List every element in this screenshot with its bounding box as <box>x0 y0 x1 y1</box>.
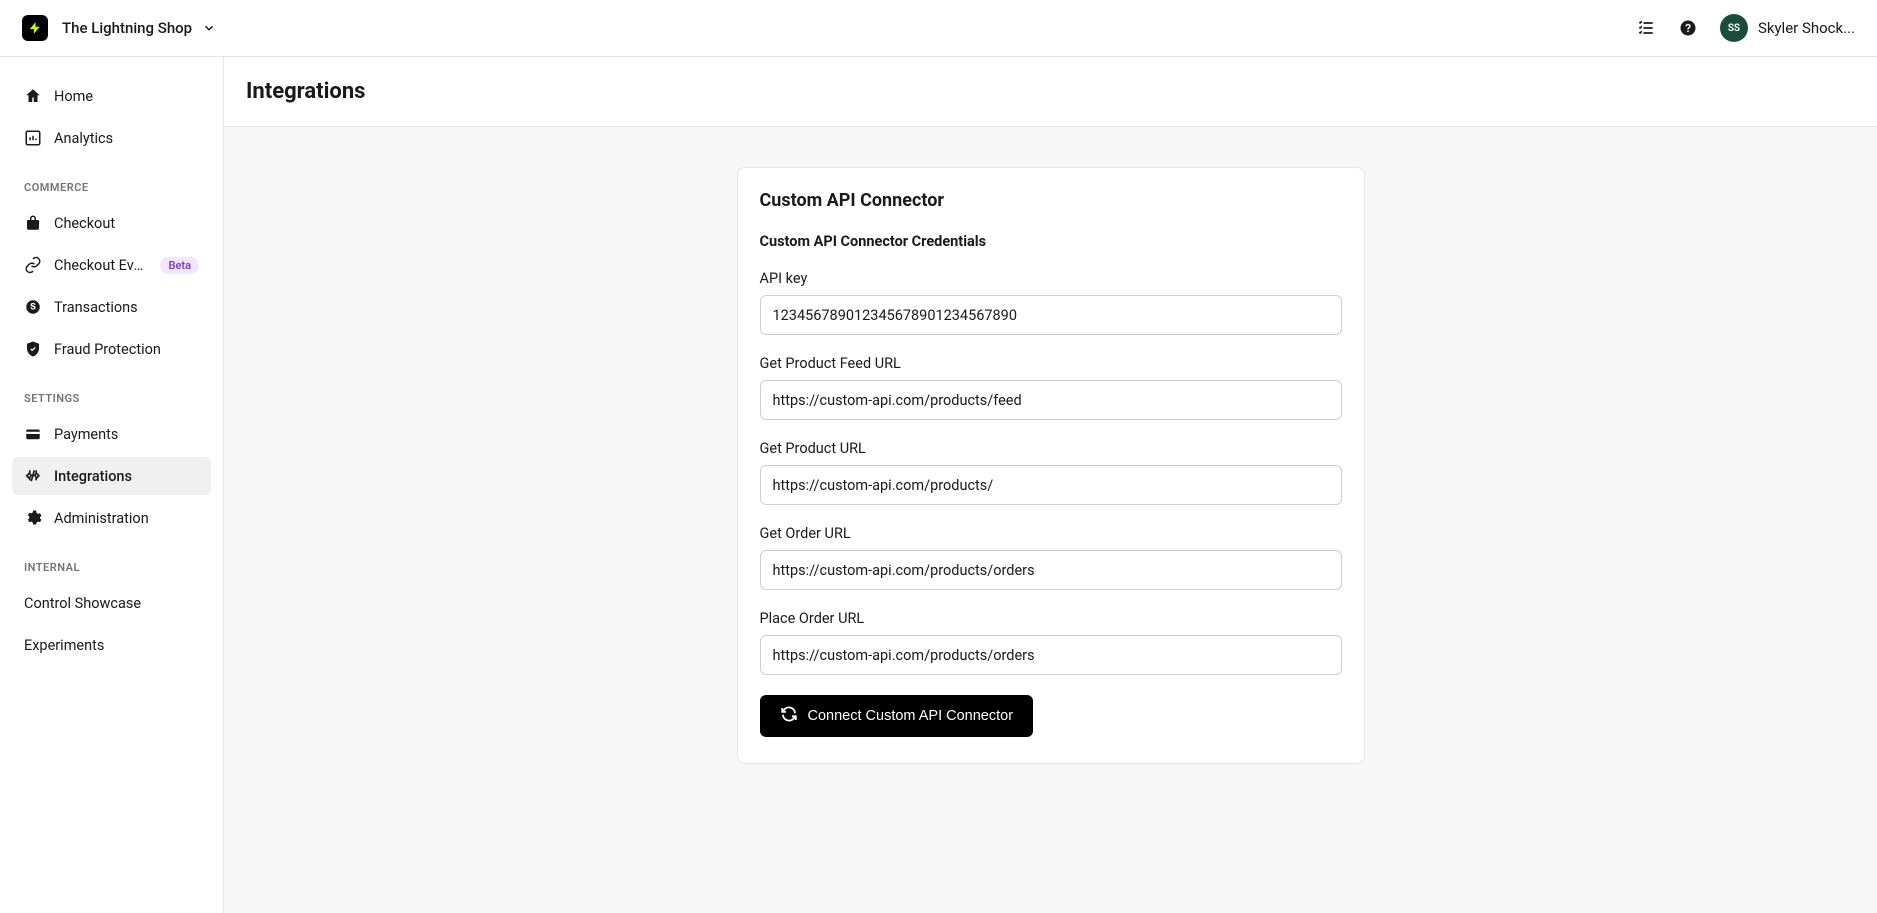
form-group-place-order-url: Place Order URL <box>760 610 1342 675</box>
product-feed-url-label: Get Product Feed URL <box>760 355 1342 372</box>
sidebar-item-checkout[interactable]: Checkout <box>12 204 211 242</box>
connect-button-label: Connect Custom API Connector <box>808 708 1014 724</box>
lightning-icon <box>28 21 42 35</box>
sidebar-item-label: Fraud Protection <box>54 341 199 358</box>
sidebar-item-transactions[interactable]: Transactions <box>12 288 211 326</box>
user-menu[interactable]: SS Skyler Shock... <box>1720 14 1855 42</box>
sidebar-item-payments[interactable]: Payments <box>12 415 211 453</box>
sidebar-item-control-showcase[interactable]: Control Showcase <box>12 584 211 622</box>
form-group-get-order-url: Get Order URL <box>760 525 1342 590</box>
connect-button[interactable]: Connect Custom API Connector <box>760 695 1034 737</box>
avatar-initials: SS <box>1728 23 1740 34</box>
checkout-icon <box>24 214 42 232</box>
header-right: SS Skyler Shock... <box>1636 14 1855 42</box>
avatar: SS <box>1720 14 1748 42</box>
link-icon <box>24 256 42 274</box>
transactions-icon <box>24 298 42 316</box>
shop-name: The Lightning Shop <box>62 19 192 37</box>
form-group-api-key: API key <box>760 270 1342 335</box>
card-title: Custom API Connector <box>760 190 1342 211</box>
help-icon[interactable] <box>1678 18 1698 38</box>
user-name: Skyler Shock... <box>1758 19 1855 37</box>
shield-icon <box>24 340 42 358</box>
form-group-product-url: Get Product URL <box>760 440 1342 505</box>
main-header: Integrations <box>224 57 1877 127</box>
sidebar-item-label: Control Showcase <box>24 595 199 612</box>
sidebar-item-label: Home <box>54 88 199 105</box>
main: Integrations Custom API Connector Custom… <box>224 57 1877 913</box>
sidebar-item-label: Integrations <box>54 468 199 485</box>
connector-card: Custom API Connector Custom API Connecto… <box>737 167 1365 764</box>
product-feed-url-input[interactable] <box>760 380 1342 420</box>
sidebar-section-internal: INTERNAL <box>12 561 211 574</box>
app-header: The Lightning Shop SS Skyler Shock... <box>0 0 1877 57</box>
sidebar-item-home[interactable]: Home <box>12 77 211 115</box>
header-left: The Lightning Shop <box>22 15 216 41</box>
sidebar-item-label: Transactions <box>54 299 199 316</box>
sidebar-item-label: Experiments <box>24 637 199 654</box>
sidebar: Home Analytics COMMERCE Checkout Checkou… <box>0 57 224 913</box>
sidebar-section-commerce: COMMERCE <box>12 181 211 194</box>
app-logo[interactable] <box>22 15 48 41</box>
sidebar-item-label: Payments <box>54 426 199 443</box>
sidebar-item-label: Checkout Everyw... <box>54 257 144 274</box>
sidebar-item-checkout-everywhere[interactable]: Checkout Everyw... Beta <box>12 246 211 284</box>
get-order-url-input[interactable] <box>760 550 1342 590</box>
product-url-input[interactable] <box>760 465 1342 505</box>
sidebar-item-analytics[interactable]: Analytics <box>12 119 211 157</box>
sidebar-section-settings: SETTINGS <box>12 392 211 405</box>
product-url-label: Get Product URL <box>760 440 1342 457</box>
sidebar-item-label: Checkout <box>54 215 199 232</box>
sidebar-item-administration[interactable]: Administration <box>12 499 211 537</box>
refresh-icon <box>780 705 798 727</box>
page-title: Integrations <box>246 79 1855 104</box>
home-icon <box>24 87 42 105</box>
get-order-url-label: Get Order URL <box>760 525 1342 542</box>
main-content: Custom API Connector Custom API Connecto… <box>224 127 1877 913</box>
card-subtitle: Custom API Connector Credentials <box>760 233 1342 250</box>
sidebar-item-label: Administration <box>54 510 199 527</box>
task-list-icon[interactable] <box>1636 18 1656 38</box>
integrations-icon <box>24 467 42 485</box>
chevron-down-icon <box>202 21 216 35</box>
payments-icon <box>24 425 42 443</box>
sidebar-item-experiments[interactable]: Experiments <box>12 626 211 664</box>
place-order-url-input[interactable] <box>760 635 1342 675</box>
api-key-input[interactable] <box>760 295 1342 335</box>
sidebar-item-integrations[interactable]: Integrations <box>12 457 211 495</box>
place-order-url-label: Place Order URL <box>760 610 1342 627</box>
form-group-product-feed-url: Get Product Feed URL <box>760 355 1342 420</box>
sidebar-item-fraud-protection[interactable]: Fraud Protection <box>12 330 211 368</box>
api-key-label: API key <box>760 270 1342 287</box>
shop-selector[interactable]: The Lightning Shop <box>62 19 216 37</box>
sidebar-item-label: Analytics <box>54 130 199 147</box>
gear-icon <box>24 509 42 527</box>
beta-badge: Beta <box>160 257 199 274</box>
analytics-icon <box>24 129 42 147</box>
